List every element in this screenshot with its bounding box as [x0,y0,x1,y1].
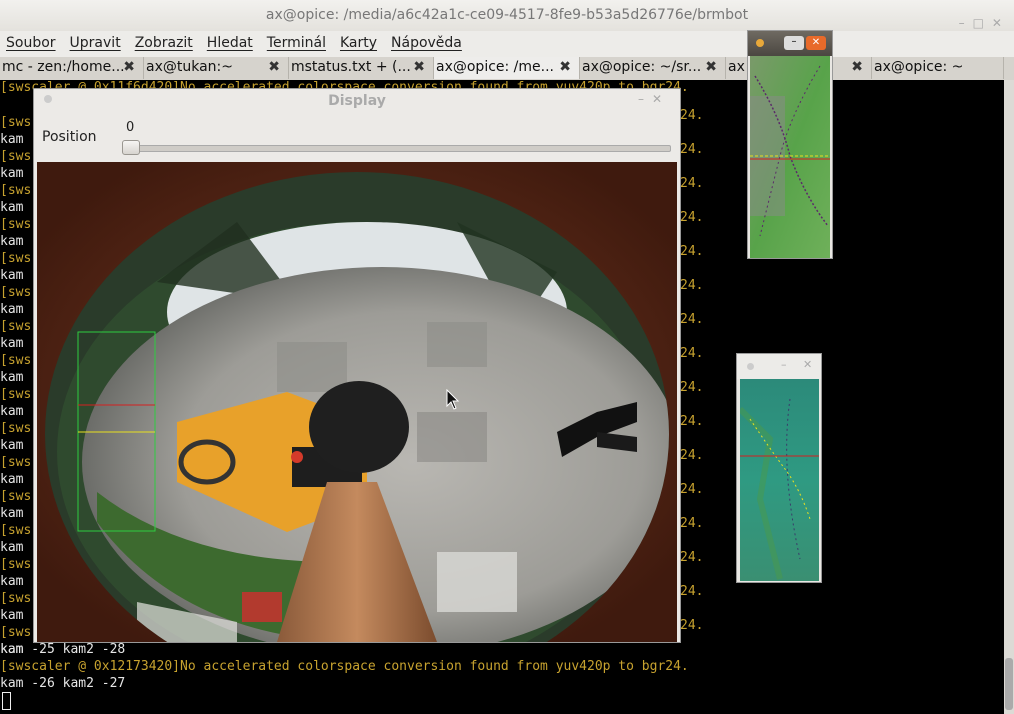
window-title: ax@opice: /media/a6c42a1c-ce09-4517-8fe9… [265,7,749,23]
terminal-line-prefix: [sws [0,115,32,130]
terminal-line-prefix: kam [0,540,32,555]
terminal-line-prefix: kam [0,268,32,283]
terminal-line-suffix: 24. [680,550,704,565]
tab-opice-src[interactable]: ax@opice: ~/sr... ✖ [580,57,726,79]
terminal-line-suffix: 24. [680,380,704,395]
terminal-line-suffix: 24. [680,414,704,429]
position-label: Position [42,129,97,145]
close-icon[interactable]: ✖ [851,57,863,77]
menu-hledat[interactable]: Hledat [201,33,261,53]
terminal-line-prefix: kam [0,370,32,385]
menu-upravit[interactable]: Upravit [64,33,129,53]
terminal-line-prefix: [sws [0,251,32,266]
terminal-line-prefix: [sws [0,353,32,368]
close-icon[interactable]: ✖ [705,57,717,77]
terminal-line-prefix: [sws [0,523,32,538]
mini-view-image-1 [750,56,830,258]
fisheye-camera-image [37,162,677,642]
terminal-line-prefix: kam [0,200,32,215]
close-icon[interactable]: ✕ [806,36,826,50]
terminal-line-prefix: kam [0,506,32,521]
tab-mstatus[interactable]: mstatus.txt + (... ✖ [289,57,434,79]
terminal-line-suffix: 24. [680,346,704,361]
terminal-line-prefix: [sws [0,285,32,300]
terminal-cursor [2,692,11,710]
terminal-line-prefix: kam [0,132,32,147]
close-icon[interactable]: ✖ [413,57,425,77]
terminal-line-prefix: kam [0,234,32,249]
minimize-icon[interactable]: – [781,358,787,371]
tab-opice-media[interactable]: ax@opice: /me... ✖ [434,57,580,79]
terminal-line-prefix: kam [0,302,32,317]
terminal-line-prefix: [sws [0,557,32,572]
menu-karty[interactable]: Karty [334,33,385,53]
terminal-line-prefix: kam [0,574,32,589]
terminal-line-prefix: [sws [0,455,32,470]
tab-mc[interactable]: mc - zen:/home... ✖ [0,57,144,79]
terminal-line: [swscaler @ 0x12173420]No accelerated co… [0,659,689,674]
terminal-line-suffix: 24. [680,618,704,633]
display-window-controls[interactable]: –✕ [638,92,670,106]
slider-knob[interactable] [122,140,140,155]
close-icon[interactable]: ✕ [803,358,812,371]
terminal-line-suffix: 24. [680,584,704,599]
mini-view-image-2 [740,379,819,581]
terminal-line: kam -26 kam2 -27 [0,676,126,691]
terminal-line-prefix: [sws [0,489,32,504]
terminal-tabs: mc - zen:/home... ✖ ax@tukan:~ ✖ mstatus.t… [0,57,1014,80]
mini-view-window-1: – ✕ [747,30,833,259]
mini-window-2-titlebar[interactable]: – ✕ [737,354,821,379]
terminal-line-suffix: 24. [680,516,704,531]
terminal-scrollbar[interactable] [1004,80,1014,714]
terminal-line-suffix: 24. [680,142,704,157]
menu-soubor[interactable]: Soubor [0,33,64,53]
terminal-line-suffix: 24. [680,244,704,259]
terminal-line-suffix: 24. [680,448,704,463]
tab-tukan[interactable]: ax@tukan:~ ✖ [144,57,289,79]
terminal-line-prefix: [sws [0,421,32,436]
terminal-line-prefix: [sws [0,149,32,164]
menu-zobrazit[interactable]: Zobrazit [129,33,201,53]
tab-opice-home[interactable]: ax@opice: ~ [872,57,1004,79]
terminal-line-prefix: [sws [0,625,32,640]
close-icon[interactable]: ✖ [123,57,135,77]
menu-napoveda[interactable]: Nápověda [385,33,470,53]
terminal-line-prefix: kam [0,472,32,487]
camera-view [37,162,677,642]
terminal-line-prefix: kam [0,404,32,419]
scrollbar-thumb[interactable] [1005,658,1013,710]
terminal-line-suffix: 24. [680,108,704,123]
terminal-line-prefix: kam [0,438,32,453]
terminal-line-suffix: 24. [680,482,704,497]
menubar: Soubor Upravit Zobrazit Hledat Terminál Karty… [0,31,1014,57]
terminal-line-prefix: kam [0,608,32,623]
terminal-line-suffix: 24. [680,210,704,225]
terminal-line-suffix: 24. [680,278,704,293]
close-icon[interactable]: ✖ [559,57,571,77]
menu-terminal[interactable]: Terminál [261,33,334,53]
position-slider[interactable] [122,145,671,152]
close-icon[interactable]: ✖ [268,57,280,77]
terminal-line-prefix: [sws [0,591,32,606]
terminal-line-prefix: [sws [0,387,32,402]
terminal-line-prefix: [sws [0,217,32,232]
terminal-line-prefix: kam [0,336,32,351]
terminal-line-suffix: 24. [680,176,704,191]
window-menu-icon[interactable] [756,39,764,47]
minimize-icon[interactable]: – [784,36,804,50]
terminal-line-suffix: 24. [680,312,704,327]
terminal-line: kam -25 kam2 -28 [0,642,126,657]
terminal-line-prefix: kam [0,166,32,181]
display-title: Display [328,93,386,109]
window-menu-icon[interactable] [747,363,754,370]
mouse-cursor-icon [446,389,460,410]
terminal-line-prefix: [sws [0,183,32,198]
terminal-line-prefix: [sws [0,319,32,334]
window-titlebar: ax@opice: /media/a6c42a1c-ce09-4517-8fe9… [0,0,1014,31]
display-window: Display –✕ Position 0 [33,88,681,643]
position-value: 0 [126,120,135,135]
mini-window-1-titlebar[interactable]: – ✕ [748,31,832,56]
mini-view-window-2: – ✕ [736,353,822,583]
